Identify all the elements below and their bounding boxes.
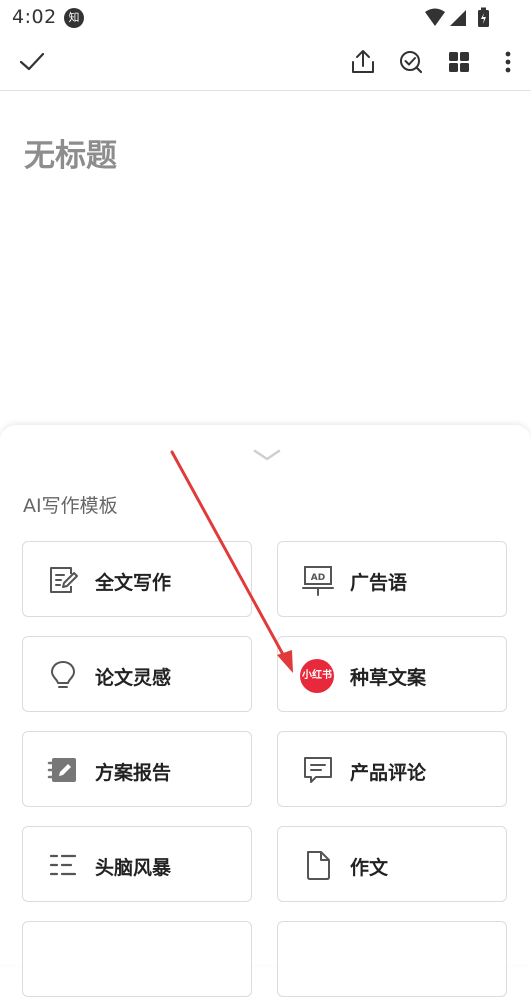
more-vert-icon[interactable] [494,48,522,76]
template-card-proposal-report[interactable]: 方案报告 [22,731,252,807]
edit-document-icon [47,564,79,596]
xiaohongshu-logo: 小红书 [300,659,334,693]
template-card-product-review[interactable]: 产品评论 [277,731,507,807]
template-card-brainstorm[interactable]: 头脑风暴 [22,826,252,902]
toolbar [0,36,531,91]
status-icons [423,6,493,34]
lightbulb-icon [47,659,79,691]
task-check-icon[interactable] [397,48,425,76]
card-label: 论文灵感 [95,667,172,689]
comment-icon [302,754,334,786]
share-icon[interactable] [349,48,377,76]
page-icon [302,849,334,881]
report-icon [47,754,79,786]
ad-board-icon: AD [302,564,334,596]
status-time: 4:02 [12,6,57,28]
svg-text:AD: AD [311,573,325,583]
template-card-essay[interactable]: 作文 [277,826,507,902]
check-icon[interactable] [18,48,46,76]
card-label: 作文 [350,857,389,879]
card-label: 广告语 [350,572,408,594]
signal-icon [450,10,466,26]
template-card-partial[interactable] [22,921,252,997]
zhihu-notification-icon: 知 [64,8,84,28]
battery-icon [478,7,489,27]
card-label: 种草文案 [350,667,427,689]
template-card-full-writing[interactable]: 全文写作 [22,541,252,617]
list-icon [47,849,79,881]
template-card-partial[interactable] [277,921,507,997]
card-label: 头脑风暴 [95,857,172,879]
ai-templates-sheet: AI写作模板 全文写作 AD 广告语 论文灵感 小红书 种草文案 方案报告 产品… [0,425,531,997]
status-bar: 4:02 知 [0,0,531,36]
section-title: AI写作模板 [23,495,118,517]
grid-icon[interactable] [445,48,473,76]
template-card-slogan[interactable]: AD 广告语 [277,541,507,617]
template-card-paper-ideas[interactable]: 论文灵感 [22,636,252,712]
card-label: 产品评论 [350,762,427,784]
card-label: 方案报告 [95,762,172,784]
wifi-icon [425,8,445,26]
title-input[interactable]: 无标题 [24,130,117,175]
collapse-chevron-icon[interactable] [253,447,281,461]
template-card-product-promo[interactable]: 小红书 种草文案 [277,636,507,712]
card-label: 全文写作 [95,572,172,594]
